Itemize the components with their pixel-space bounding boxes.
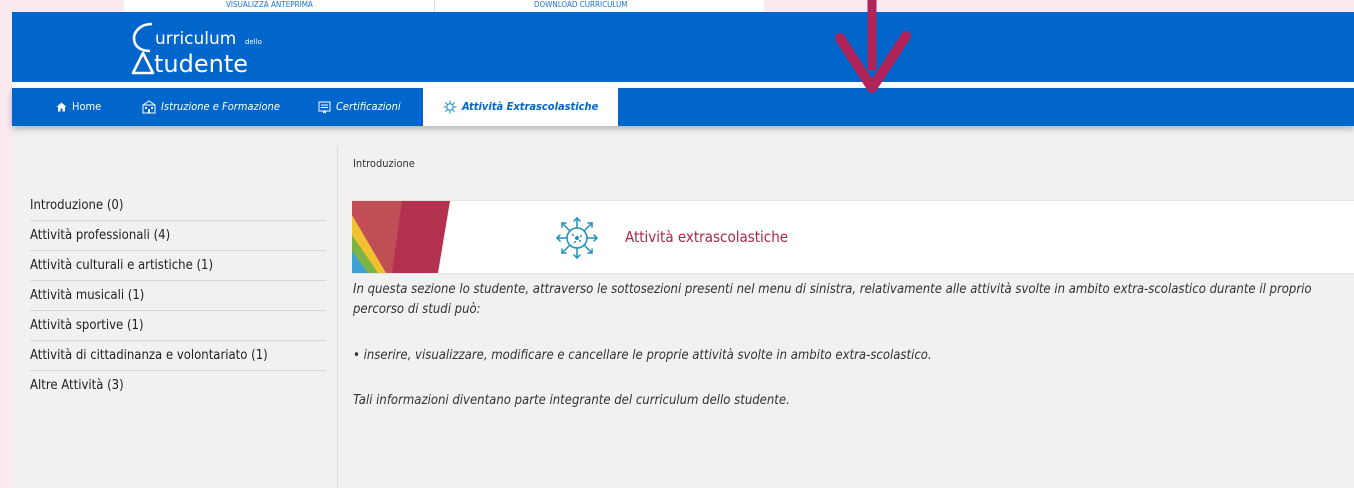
nav-home[interactable]: Home [56,88,101,126]
banner-decoration [352,201,450,273]
main-navbar: Home Istruzione e Formazione Certificazi… [12,88,1354,126]
annotation-arrow [835,0,911,93]
intro-text: In questa sezione lo studente, attravers… [353,280,1353,411]
sidebar-item-culturali[interactable]: Attività culturali e artistiche (1) [30,251,326,281]
app-window: urriculum dello tudente Home Istruzione … [12,12,1354,488]
nav-home-label: Home [72,100,102,113]
breadcrumb[interactable]: Introduzione [353,157,415,170]
intro-paragraph-line1: In questa sezione lo studente, attravers… [353,282,1312,297]
sidebar-item-sportive[interactable]: Attività sportive (1) [30,311,326,341]
virus-activity-icon [443,100,457,114]
nav-attivita-extrascolastiche[interactable]: Attività Extrascolastiche [423,88,619,126]
nav-istruzione-label: Istruzione e Formazione [161,100,280,113]
intro-closing: Tali informazioni diventano parte integr… [353,393,790,408]
intro-bullet: • inserire, visualizzare, modificare e c… [353,348,932,363]
sidebar-item-introduzione[interactable]: Introduzione (0) [30,191,326,221]
backdrop-left [0,0,12,488]
intro-paragraph-line2: percorso di studi può: [353,302,481,317]
preview-link[interactable]: VISUALIZZA ANTEPRIMA [226,0,313,10]
sidebar-item-altre[interactable]: Altre Attività (3) [30,371,326,400]
sidebar-item-professionali[interactable]: Attività professionali (4) [30,221,326,251]
home-icon [56,102,67,112]
top-link-panel: VISUALIZZA ANTEPRIMA DOWNLOAD CURRICULUM [124,0,764,12]
curriculum-studente-logo[interactable]: urriculum dello tudente [128,20,308,76]
section-title: Attività extrascolastiche [625,228,789,246]
nav-certificazioni[interactable]: Certificazioni [318,88,401,126]
app-header: urriculum dello tudente [12,12,1354,82]
logo-word-1: urriculum [155,29,236,49]
section-banner: Attività extrascolastiche [352,200,1354,274]
download-link[interactable]: DOWNLOAD CURRICULUM [534,0,628,10]
school-building-icon [142,100,156,114]
nav-istruzione[interactable]: Istruzione e Formazione [142,88,280,126]
sidebar-item-musicali[interactable]: Attività musicali (1) [30,281,326,311]
extracurricular-activity-icon [555,216,599,260]
sidebar-menu: Introduzione (0) Attività professionali … [30,191,326,400]
sidebar-item-cittadinanza[interactable]: Attività di cittadinanza e volontariato … [30,341,326,371]
sidebar: Introduzione (0) Attività professionali … [12,146,338,488]
divider [434,0,435,12]
nav-attivita-label: Attività Extrascolastiche [462,100,599,113]
logo-word-2: tudente [154,50,248,76]
logo-word-small: dello [245,38,262,46]
nav-certificazioni-label: Certificazioni [336,100,401,113]
certificate-icon [318,101,331,113]
